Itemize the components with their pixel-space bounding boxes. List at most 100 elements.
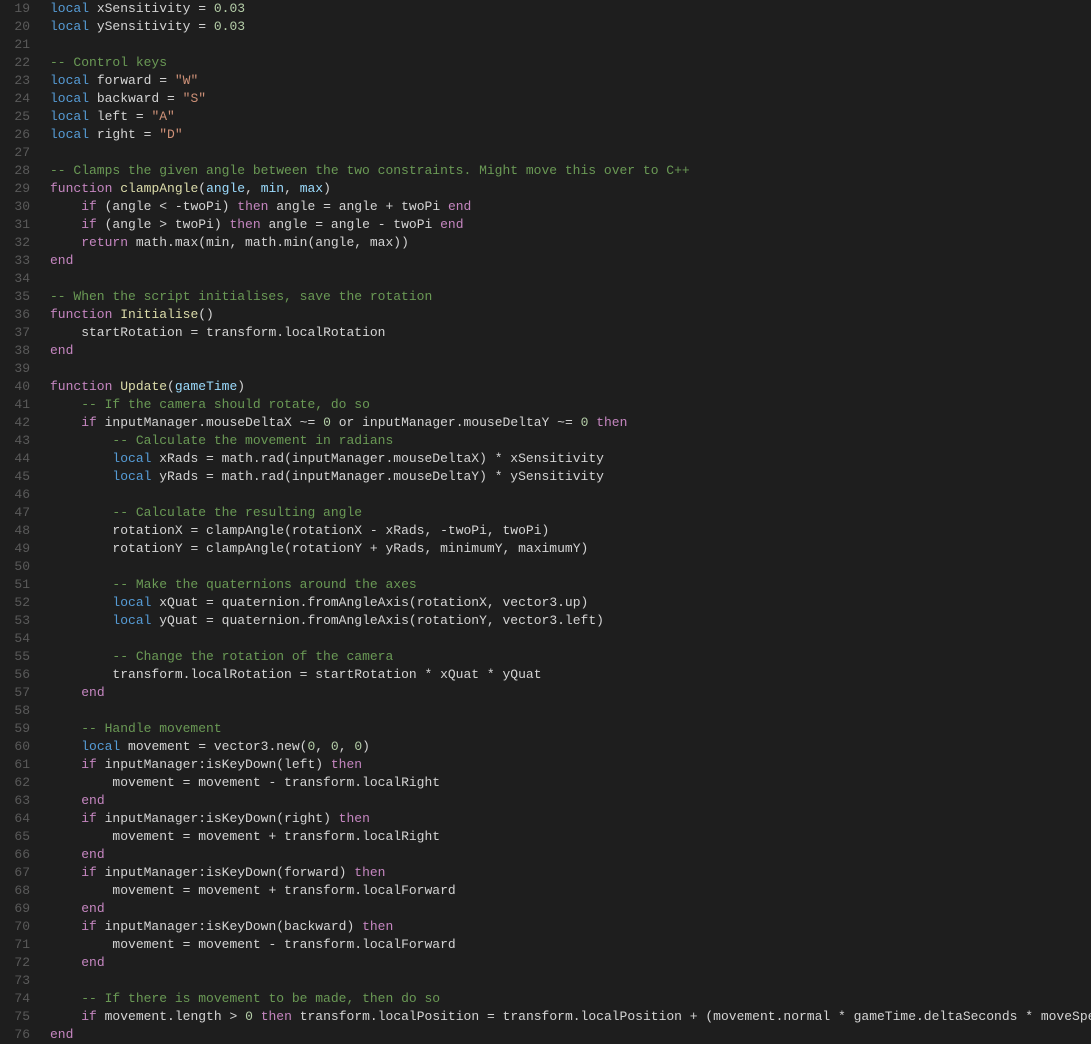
code-line: movement = movement - transform.localFor… bbox=[50, 936, 1079, 954]
line-number: 61 bbox=[8, 756, 30, 774]
line-number: 24 bbox=[8, 90, 30, 108]
line-number: 64 bbox=[8, 810, 30, 828]
code-line: local left = "A" bbox=[50, 108, 1079, 126]
code-line: local forward = "W" bbox=[50, 72, 1079, 90]
line-number: 44 bbox=[8, 450, 30, 468]
line-number: 50 bbox=[8, 558, 30, 576]
line-number: 27 bbox=[8, 144, 30, 162]
line-number: 26 bbox=[8, 126, 30, 144]
line-number: 48 bbox=[8, 522, 30, 540]
line-number: 69 bbox=[8, 900, 30, 918]
line-number: 28 bbox=[8, 162, 30, 180]
line-number: 45 bbox=[8, 468, 30, 486]
line-number: 22 bbox=[8, 54, 30, 72]
line-number: 31 bbox=[8, 216, 30, 234]
code-line: end bbox=[50, 792, 1079, 810]
line-numbers: 1920212223242526272829303132333435363738… bbox=[0, 0, 38, 1044]
code-line: -- If there is movement to be made, then… bbox=[50, 990, 1079, 1008]
line-number: 42 bbox=[8, 414, 30, 432]
code-line: function clampAngle(angle, min, max) bbox=[50, 180, 1079, 198]
line-number: 62 bbox=[8, 774, 30, 792]
line-number: 60 bbox=[8, 738, 30, 756]
code-line: movement = movement + transform.localRig… bbox=[50, 828, 1079, 846]
line-number: 33 bbox=[8, 252, 30, 270]
code-line: -- Control keys bbox=[50, 54, 1079, 72]
line-number: 67 bbox=[8, 864, 30, 882]
code-line: -- If the camera should rotate, do so bbox=[50, 396, 1079, 414]
code-line: -- Calculate the resulting angle bbox=[50, 504, 1079, 522]
line-number: 19 bbox=[8, 0, 30, 18]
code-line bbox=[50, 702, 1079, 720]
code-line: -- Change the rotation of the camera bbox=[50, 648, 1079, 666]
code-line: -- Calculate the movement in radians bbox=[50, 432, 1079, 450]
code-line bbox=[50, 144, 1079, 162]
line-number: 46 bbox=[8, 486, 30, 504]
line-number: 47 bbox=[8, 504, 30, 522]
code-line: if inputManager:isKeyDown(backward) then bbox=[50, 918, 1079, 936]
code-line: end bbox=[50, 252, 1079, 270]
code-line: return math.max(min, math.min(angle, max… bbox=[50, 234, 1079, 252]
code-line: -- Clamps the given angle between the tw… bbox=[50, 162, 1079, 180]
code-line: local ySensitivity = 0.03 bbox=[50, 18, 1079, 36]
code-line: transform.localRotation = startRotation … bbox=[50, 666, 1079, 684]
line-number: 75 bbox=[8, 1008, 30, 1026]
line-number: 21 bbox=[8, 36, 30, 54]
line-number: 63 bbox=[8, 792, 30, 810]
line-number: 66 bbox=[8, 846, 30, 864]
line-number: 65 bbox=[8, 828, 30, 846]
line-number: 58 bbox=[8, 702, 30, 720]
line-number: 71 bbox=[8, 936, 30, 954]
code-line: if inputManager:isKeyDown(forward) then bbox=[50, 864, 1079, 882]
code-line: function Update(gameTime) bbox=[50, 378, 1079, 396]
code-line bbox=[50, 36, 1079, 54]
code-line: end bbox=[50, 900, 1079, 918]
line-number: 32 bbox=[8, 234, 30, 252]
code-line: local right = "D" bbox=[50, 126, 1079, 144]
code-line: local xQuat = quaternion.fromAngleAxis(r… bbox=[50, 594, 1079, 612]
line-number: 25 bbox=[8, 108, 30, 126]
line-number: 30 bbox=[8, 198, 30, 216]
line-number: 73 bbox=[8, 972, 30, 990]
line-number: 55 bbox=[8, 648, 30, 666]
line-number: 36 bbox=[8, 306, 30, 324]
code-content[interactable]: local xSensitivity = 0.03local ySensitiv… bbox=[38, 0, 1091, 1044]
line-number: 35 bbox=[8, 288, 30, 306]
line-number: 40 bbox=[8, 378, 30, 396]
code-line: local xRads = math.rad(inputManager.mous… bbox=[50, 450, 1079, 468]
code-line bbox=[50, 360, 1079, 378]
code-line bbox=[50, 972, 1079, 990]
line-number: 57 bbox=[8, 684, 30, 702]
code-line: -- Handle movement bbox=[50, 720, 1079, 738]
line-number: 74 bbox=[8, 990, 30, 1008]
code-line: if inputManager:isKeyDown(left) then bbox=[50, 756, 1079, 774]
code-line bbox=[50, 558, 1079, 576]
code-line: end bbox=[50, 1026, 1079, 1044]
code-line bbox=[50, 630, 1079, 648]
code-editor: 1920212223242526272829303132333435363738… bbox=[0, 0, 1091, 1044]
line-number: 49 bbox=[8, 540, 30, 558]
code-line: local backward = "S" bbox=[50, 90, 1079, 108]
line-number: 23 bbox=[8, 72, 30, 90]
code-line: end bbox=[50, 846, 1079, 864]
code-line: movement = movement - transform.localRig… bbox=[50, 774, 1079, 792]
code-line bbox=[50, 486, 1079, 504]
code-line: local movement = vector3.new(0, 0, 0) bbox=[50, 738, 1079, 756]
code-line: if movement.length > 0 then transform.lo… bbox=[50, 1008, 1079, 1026]
code-line: if (angle < -twoPi) then angle = angle +… bbox=[50, 198, 1079, 216]
line-number: 20 bbox=[8, 18, 30, 36]
code-line: function Initialise() bbox=[50, 306, 1079, 324]
code-line: startRotation = transform.localRotation bbox=[50, 324, 1079, 342]
line-number: 29 bbox=[8, 180, 30, 198]
code-line: -- When the script initialises, save the… bbox=[50, 288, 1079, 306]
code-line: rotationY = clampAngle(rotationY + yRads… bbox=[50, 540, 1079, 558]
line-number: 53 bbox=[8, 612, 30, 630]
code-line: rotationX = clampAngle(rotationX - xRads… bbox=[50, 522, 1079, 540]
line-number: 76 bbox=[8, 1026, 30, 1044]
code-line: local yRads = math.rad(inputManager.mous… bbox=[50, 468, 1079, 486]
line-number: 38 bbox=[8, 342, 30, 360]
line-number: 68 bbox=[8, 882, 30, 900]
line-number: 51 bbox=[8, 576, 30, 594]
line-number: 54 bbox=[8, 630, 30, 648]
code-line: if inputManager:isKeyDown(right) then bbox=[50, 810, 1079, 828]
line-number: 72 bbox=[8, 954, 30, 972]
